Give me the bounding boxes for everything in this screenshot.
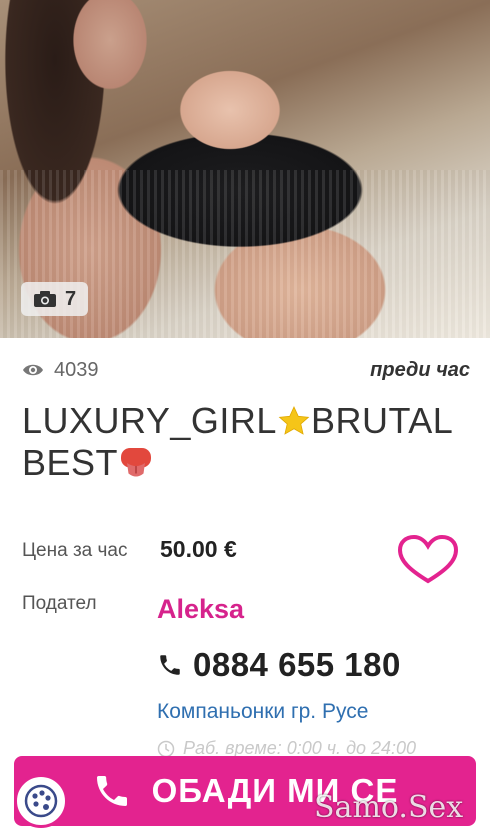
tongue-emoji-icon [121, 448, 152, 477]
watermark-logo: Samo.Sex [314, 790, 464, 825]
posted-time: преди час [370, 358, 470, 381]
heart-icon[interactable] [396, 534, 460, 586]
eye-icon [23, 364, 43, 376]
photo-count-value: 7 [64, 287, 77, 310]
listing-meta: 4039 преди час [22, 356, 470, 384]
price-label: Цена за час [22, 540, 128, 561]
category-link[interactable]: Компаньонки гр. Русе [157, 700, 368, 724]
clock-icon [157, 740, 175, 757]
views-value: 4039 [54, 358, 99, 381]
title-part-3: BEST [22, 442, 119, 483]
phone-icon [96, 776, 127, 806]
provider-label: Подател [22, 593, 97, 614]
floating-menu-button[interactable] [14, 774, 68, 828]
phone-value: 0884 655 180 [193, 646, 401, 683]
views-counter: 4039 [22, 359, 99, 382]
palette-icon [24, 784, 58, 818]
title-part-1: LUXURY_GIRL [22, 400, 277, 441]
photo-count-badge[interactable]: 7 [21, 282, 88, 316]
provider-name[interactable]: Aleksa [157, 594, 244, 625]
listing-title: LUXURY_GIRL BRUTAL BEST [22, 400, 472, 484]
star-emoji-icon [278, 406, 310, 435]
price-value: 50.00 € [160, 536, 237, 562]
listing-photo[interactable]: 7 [0, 0, 490, 338]
title-part-2: BRUTAL [310, 400, 454, 441]
phone-number[interactable]: 0884 655 180 [157, 646, 401, 684]
camera-icon [33, 291, 56, 307]
phone-icon [160, 655, 180, 675]
